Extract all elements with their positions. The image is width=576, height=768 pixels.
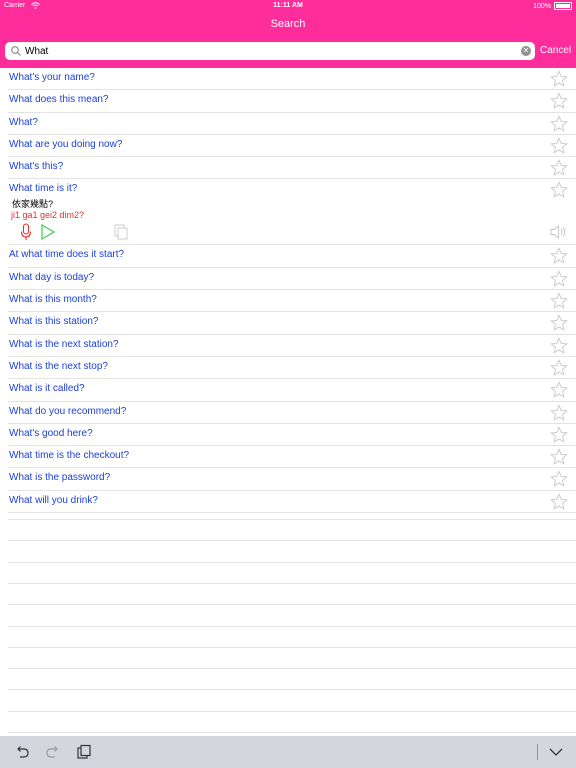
- keyboard-dismiss-icon[interactable]: [548, 744, 564, 760]
- list-item[interactable]: At what time does it start?: [8, 245, 576, 268]
- empty-row-separator: [8, 668, 576, 670]
- empty-row-separator: [8, 646, 576, 648]
- list-item[interactable]: What is this month?: [8, 290, 576, 313]
- star-icon[interactable]: [550, 159, 568, 177]
- cancel-button[interactable]: Cancel: [540, 42, 571, 60]
- page-title: Search: [270, 18, 306, 30]
- list-item[interactable]: What is the next station?: [8, 335, 576, 357]
- list-item[interactable]: What's this?: [8, 157, 576, 180]
- list-item[interactable]: What is it called?: [8, 379, 576, 402]
- empty-row-separator: [8, 604, 576, 606]
- status-bar: Carrier 11:11 AM 100%: [0, 0, 576, 12]
- list-item[interactable]: What is the password?: [8, 468, 576, 491]
- microphone-icon[interactable]: [20, 223, 32, 241]
- star-icon[interactable]: [550, 492, 568, 511]
- star-icon[interactable]: [550, 448, 568, 466]
- list-item[interactable]: What is this station?: [8, 312, 576, 335]
- list-item[interactable]: What?: [8, 113, 576, 135]
- redo-icon[interactable]: [45, 744, 61, 760]
- nav-bar: Search: [0, 12, 576, 36]
- star-icon[interactable]: [550, 314, 568, 332]
- star-icon[interactable]: [550, 470, 568, 488]
- battery-percent: 100%: [533, 2, 551, 10]
- phrase-english: What's this?: [9, 161, 64, 173]
- phrase-english: What do you recommend?: [9, 405, 127, 417]
- empty-row-separator: [8, 732, 576, 733]
- play-icon[interactable]: [40, 224, 56, 241]
- star-icon[interactable]: [550, 292, 568, 310]
- search-icon: [11, 46, 21, 56]
- search-field[interactable]: ✕: [5, 42, 535, 60]
- search-input[interactable]: [25, 43, 515, 59]
- star-icon[interactable]: [550, 137, 568, 155]
- phrase-chinese: 依家幾點?: [12, 199, 54, 210]
- clock: 11:11 AM: [273, 2, 303, 9]
- list-item[interactable]: What day is today?: [8, 268, 576, 291]
- expanded-list-item[interactable]: What time is it? 依家幾點? ji1 ga1 gei2 dim2…: [8, 179, 576, 246]
- phrase-english: What time is the checkout?: [9, 450, 130, 462]
- phrase-romanization: ji1 ga1 gei2 dim2?: [11, 210, 85, 221]
- battery-icon: [554, 2, 572, 10]
- toolbar-separator: [537, 744, 538, 760]
- empty-row-separator: [8, 540, 576, 542]
- paste-icon[interactable]: [76, 744, 92, 760]
- phrase-english: What are you doing now?: [9, 138, 123, 150]
- search-bar: ✕ Cancel: [0, 36, 576, 66]
- list-item[interactable]: What is the next stop?: [8, 357, 576, 380]
- phrase-english: What is the next station?: [9, 338, 119, 350]
- list-item[interactable]: What's good here?: [8, 424, 576, 447]
- empty-row-separator: [8, 689, 576, 691]
- star-icon[interactable]: [550, 381, 568, 399]
- phrase-english: What is this station?: [9, 316, 99, 328]
- phrase-english: What's good here?: [9, 427, 93, 439]
- keyboard-toolbar: [0, 736, 576, 768]
- list-item[interactable]: What does this mean?: [8, 90, 576, 113]
- star-icon[interactable]: [550, 336, 568, 355]
- list-item[interactable]: What time is the checkout?: [8, 446, 576, 469]
- list-item[interactable]: What will you drink?: [8, 491, 576, 514]
- phrase-english: What does this mean?: [9, 94, 109, 106]
- empty-row-separator: [8, 519, 576, 520]
- phrase-english: What is the password?: [9, 472, 111, 484]
- star-icon[interactable]: [550, 359, 568, 377]
- star-icon[interactable]: [550, 114, 568, 133]
- empty-row-separator: [8, 710, 576, 712]
- star-icon[interactable]: [550, 426, 568, 444]
- phrase-english: What will you drink?: [9, 494, 98, 506]
- phrase-english: What time is it?: [9, 183, 78, 195]
- empty-row-separator: [8, 625, 576, 627]
- list-item[interactable]: What's your name?: [8, 68, 576, 91]
- clear-search-button[interactable]: ✕: [521, 46, 531, 56]
- phrase-english: What's your name?: [9, 72, 95, 83]
- phrase-english: At what time does it start?: [9, 249, 125, 261]
- star-icon[interactable]: [550, 92, 568, 110]
- phrase-english: What day is today?: [9, 271, 95, 283]
- list-item[interactable]: What are you doing now?: [8, 135, 576, 158]
- empty-row-separator: [8, 561, 576, 563]
- star-icon[interactable]: [550, 247, 568, 265]
- undo-icon[interactable]: [14, 744, 30, 760]
- phrase-english: What is this month?: [9, 294, 97, 306]
- star-icon[interactable]: [550, 270, 568, 288]
- phrase-english: What is it called?: [9, 383, 85, 395]
- list-item[interactable]: What do you recommend?: [8, 402, 576, 424]
- star-icon[interactable]: [550, 403, 568, 422]
- phrase-english: What is the next stop?: [9, 360, 108, 372]
- phrase-english: What?: [9, 116, 38, 128]
- empty-row-separator: [8, 582, 576, 584]
- star-icon[interactable]: [550, 181, 568, 199]
- speaker-icon[interactable]: [550, 224, 568, 240]
- star-icon[interactable]: [550, 70, 568, 88]
- copy-icon[interactable]: [113, 224, 129, 240]
- results-list: What's your name? What does this mean? Wha…: [0, 68, 576, 514]
